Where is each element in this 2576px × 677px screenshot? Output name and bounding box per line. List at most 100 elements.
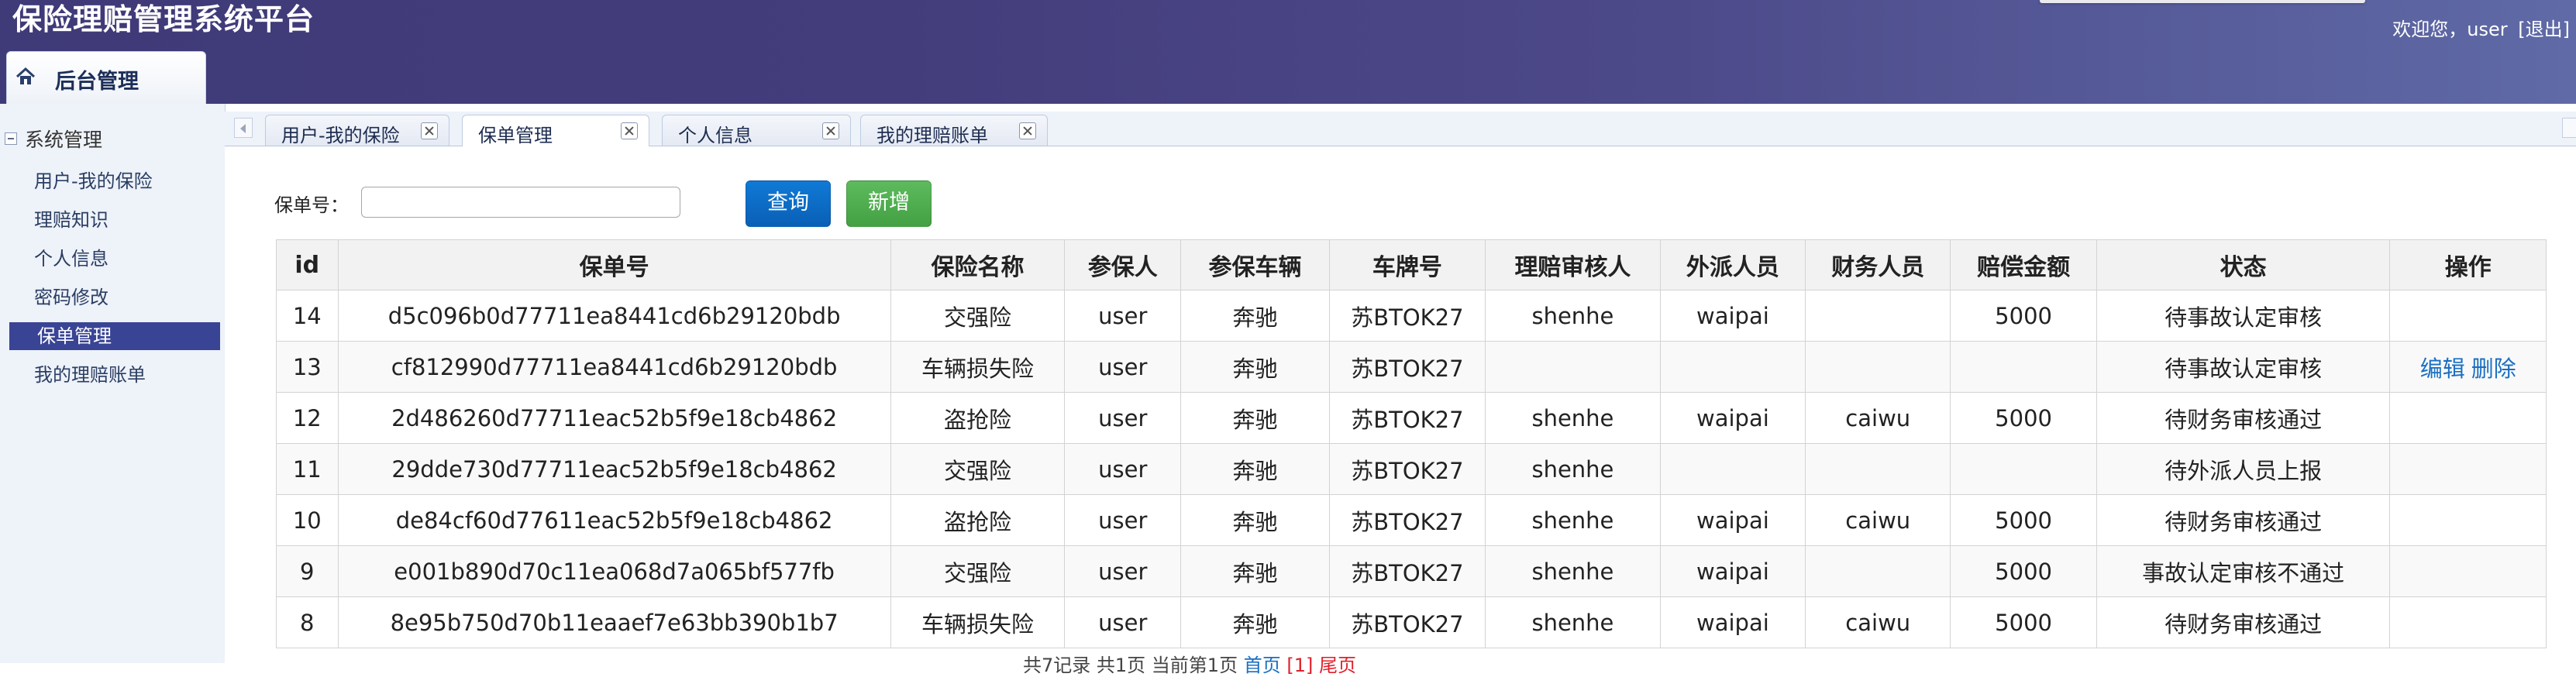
app-title: 保险理赔管理系统平台 (12, 2, 315, 36)
tab-label: 我的理赔账单 (876, 125, 988, 146)
cell-vehicle: 奔驰 (1180, 545, 1330, 597)
tab-policy-management[interactable]: 保单管理 (462, 115, 649, 147)
column-header: id (276, 239, 339, 290)
sidebar-item-personal-info[interactable]: 个人信息 (34, 245, 108, 273)
query-button[interactable]: 查询 (746, 180, 831, 227)
cell-status: 待事故认定审核 (2096, 290, 2391, 342)
close-icon[interactable] (621, 122, 638, 139)
policy-no-input[interactable] (361, 187, 680, 218)
main-content: 保单号： 查询 新增 id 保单号 保险名称 参保人 参保车辆 车牌号 理赔审核… (225, 146, 2576, 676)
user-bar: 欢迎您，user [退出] (2392, 14, 2570, 41)
cell-amount: 5000 (1950, 494, 2097, 546)
cell-actions (2389, 545, 2547, 597)
last-page-link[interactable]: 尾页 (1319, 655, 1356, 676)
cell-reviewer: shenhe (1485, 545, 1661, 597)
cell-vehicle: 奔驰 (1180, 341, 1330, 393)
delete-link[interactable]: 删除 (2471, 356, 2516, 382)
welcome-text: 欢迎您，user (2392, 19, 2508, 40)
close-icon[interactable] (1019, 122, 1036, 139)
cell-id: 13 (276, 341, 339, 393)
home-icon (15, 67, 36, 84)
cell-amount: 5000 (1950, 290, 2097, 342)
cell-actions (2389, 392, 2547, 444)
cell-dispatcher: waipai (1659, 290, 1806, 342)
cell-vehicle: 奔驰 (1180, 443, 1330, 495)
top-popup-edge (2040, 0, 2365, 3)
cell-reviewer: shenhe (1485, 392, 1661, 444)
cell-reviewer: shenhe (1485, 494, 1661, 546)
cell-status: 事故认定审核不通过 (2096, 545, 2391, 597)
cell-policy-no: cf812990d77711ea8441cd6b29120bdb (337, 341, 891, 393)
cell-status: 待事故认定审核 (2096, 341, 2391, 393)
cell-amount: 5000 (1950, 545, 2097, 597)
tab-personal-info[interactable]: 个人信息 (662, 115, 851, 146)
cell-id: 12 (276, 392, 339, 444)
sidebar-item-claim-knowledge[interactable]: 理赔知识 (34, 206, 108, 234)
sidebar-item-policy-management[interactable]: 保单管理 (9, 322, 220, 350)
column-header: 保单号 (337, 239, 891, 290)
cell-finance (1805, 545, 1951, 597)
cell-insurance-name: 交强险 (890, 545, 1066, 597)
cell-insurance-name: 交强险 (890, 443, 1066, 495)
sidebar-item-change-password[interactable]: 密码修改 (34, 284, 108, 311)
logout-link[interactable]: [退出] (2518, 19, 2570, 40)
nav-tab-admin[interactable]: 后台管理 (6, 51, 206, 104)
cell-policy-no: d5c096b0d77711ea8441cd6b29120bdb (337, 290, 891, 342)
cell-amount: 5000 (1950, 392, 2097, 444)
table-header-row: id 保单号 保险名称 参保人 参保车辆 车牌号 理赔审核人 外派人员 财务人员… (276, 239, 2547, 290)
cell-actions (2389, 443, 2547, 495)
cell-finance (1805, 443, 1951, 495)
collapse-icon[interactable] (5, 132, 17, 145)
column-header: 参保车辆 (1180, 239, 1330, 290)
add-button[interactable]: 新增 (846, 180, 932, 227)
tab-label: 保单管理 (478, 125, 553, 146)
cell-plate: 苏BTOK27 (1328, 545, 1486, 597)
cell-insured: user (1064, 290, 1182, 342)
cell-insurance-name: 盗抢险 (890, 494, 1066, 546)
table-row: 12 2d486260d77711eac52b5f9e18cb4862 盗抢险 use… (276, 392, 2547, 444)
pagination: 共7记录 共1页 当前第1页 首页 [1] 尾页 (1023, 650, 1356, 677)
tab-label: 个人信息 (678, 125, 752, 146)
column-header: 车牌号 (1328, 239, 1486, 290)
cell-id: 14 (276, 290, 339, 342)
cell-plate: 苏BTOK27 (1328, 341, 1486, 393)
cell-policy-no: 29dde730d77711eac52b5f9e18cb4862 (337, 443, 891, 495)
tab-scroll-left-button[interactable] (234, 118, 253, 138)
cell-actions (2389, 596, 2547, 648)
policy-no-label: 保单号： (274, 194, 349, 216)
cell-finance (1805, 290, 1951, 342)
tab-my-insurance[interactable]: 用户-我的保险 (265, 115, 449, 146)
sidebar-item-my-claim-bills[interactable]: 我的理赔账单 (34, 361, 146, 389)
table-row: 14 d5c096b0d77711ea8441cd6b29120bdb 交强险 use… (276, 290, 2547, 342)
current-page-link[interactable]: [1] (1286, 655, 1313, 676)
edit-link[interactable]: 编辑 (2420, 356, 2465, 382)
cell-dispatcher: waipai (1659, 545, 1806, 597)
column-header: 操作 (2389, 239, 2547, 290)
column-header: 外派人员 (1659, 239, 1806, 290)
cell-plate: 苏BTOK27 (1328, 290, 1486, 342)
close-icon[interactable] (421, 122, 438, 139)
first-page-link[interactable]: 首页 (1244, 655, 1281, 676)
cell-insurance-name: 盗抢险 (890, 392, 1066, 444)
cell-amount (1950, 443, 2097, 495)
table-row: 10 de84cf60d77611eac52b5f9e18cb4862 盗抢险 use… (276, 494, 2547, 546)
cell-vehicle: 奔驰 (1180, 290, 1330, 342)
cell-reviewer (1485, 341, 1661, 393)
cell-policy-no: e001b890d70c11ea068d7a065bf577fb (337, 545, 891, 597)
tab-scroll-right-button[interactable] (2562, 118, 2576, 138)
tab-my-claim-bills[interactable]: 我的理赔账单 (860, 115, 1048, 146)
cell-status: 待财务审核通过 (2096, 392, 2391, 444)
cell-reviewer: shenhe (1485, 290, 1661, 342)
cell-vehicle: 奔驰 (1180, 392, 1330, 444)
cell-insured: user (1064, 545, 1182, 597)
cell-finance: caiwu (1805, 596, 1951, 648)
column-header: 理赔审核人 (1485, 239, 1661, 290)
sidebar-item-my-insurance[interactable]: 用户-我的保险 (34, 167, 153, 195)
pager-summary: 共7记录 共1页 当前第1页 (1023, 655, 1238, 676)
cell-dispatcher (1659, 341, 1806, 393)
sidebar-group-system[interactable]: 系统管理 (5, 125, 102, 152)
close-icon[interactable] (822, 122, 839, 139)
app-header: 保险理赔管理系统平台 欢迎您，user [退出] 后台管理 (0, 0, 2576, 104)
cell-policy-no: 8e95b750d70b11eaaef7e63bb390b1b7 (337, 596, 891, 648)
tab-label: 用户-我的保险 (281, 125, 400, 146)
